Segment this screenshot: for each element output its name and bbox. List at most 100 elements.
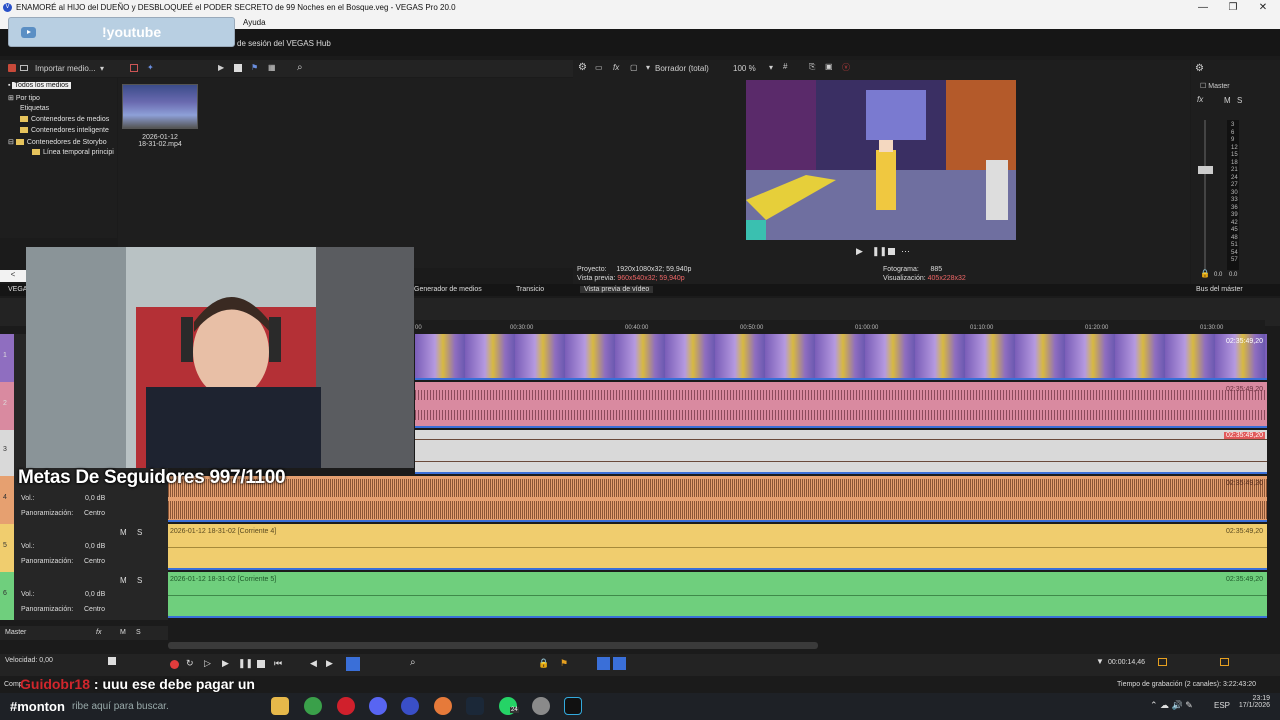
track-3-audio-clip[interactable]: 02:35:49,20 xyxy=(415,430,1267,474)
track-5-solo-button[interactable]: S xyxy=(137,528,142,537)
master-mute-button[interactable]: M xyxy=(1224,96,1231,105)
track-5-vol-value[interactable]: 0,0 dB xyxy=(85,543,105,550)
tray-clock[interactable]: 23:19 17/1/2026 xyxy=(1238,695,1270,709)
track-4-vol-value[interactable]: 0,0 dB xyxy=(85,495,105,502)
discord-icon[interactable] xyxy=(369,697,387,715)
timeline-ruler[interactable]: 00 00:30:00 00:40:00 00:50:00 01:00:00 0… xyxy=(415,320,1265,334)
speed-slider[interactable] xyxy=(108,657,116,665)
lock-envelopes-icon[interactable]: 🔒 xyxy=(538,658,549,669)
track-4-pan-value[interactable]: Centro xyxy=(84,510,105,517)
quality-dropdown-icon[interactable]: ▾ xyxy=(646,63,650,72)
file-explorer-icon[interactable] xyxy=(271,697,289,715)
import-media-icon[interactable] xyxy=(8,64,16,72)
grid-icon[interactable]: # xyxy=(783,62,787,71)
record-icon[interactable]: ⓥ xyxy=(842,62,850,73)
restore-button[interactable]: ❐ xyxy=(1217,1,1249,15)
tree-item-by-type[interactable]: ⊞ Por tipo xyxy=(8,94,40,102)
plugin-icon[interactable]: ✦ xyxy=(147,63,154,72)
import-dropdown-icon[interactable]: ▾ xyxy=(100,64,104,73)
tray-language[interactable]: ESP xyxy=(1214,701,1230,710)
track-5-pan-value[interactable]: Centro xyxy=(84,558,105,565)
view-icon[interactable]: ▦ xyxy=(268,63,276,72)
tab-video-preview[interactable]: Vista previa de vídeo xyxy=(580,286,654,293)
play-button[interactable]: ▶ xyxy=(222,658,229,669)
app2-icon[interactable] xyxy=(564,697,582,715)
preview-zoom-select[interactable]: 100 % xyxy=(733,64,756,73)
stop-media-icon[interactable] xyxy=(234,64,242,72)
master-row-fx-icon[interactable]: fx xyxy=(96,629,101,636)
tab-transitions[interactable]: Transicio xyxy=(516,286,544,293)
obs-icon[interactable] xyxy=(434,697,452,715)
master-row-solo[interactable]: S xyxy=(136,629,141,636)
track-2-audio-clip[interactable]: 02:35:49,20 xyxy=(415,382,1267,428)
track-5-audio-clip[interactable]: 2026-01-12 18-31-02 [Corriente 4] 02:35:… xyxy=(168,524,1267,570)
play-media-icon[interactable]: ▶ xyxy=(218,63,224,72)
minimize-button[interactable]: — xyxy=(1187,1,1219,15)
track-1-video-clip[interactable]: 02:35:49,20 xyxy=(415,334,1267,380)
preview-play-button[interactable]: ▶ xyxy=(856,246,863,257)
snapping-icon[interactable] xyxy=(597,657,610,670)
next-frame-button[interactable]: ▶ xyxy=(326,658,333,669)
loop-region-icon[interactable] xyxy=(1158,658,1167,666)
media-thumbnail[interactable] xyxy=(122,84,198,129)
search-icon[interactable]: ⌕ xyxy=(297,62,303,73)
track-6-audio-clip[interactable]: 2026-01-12 18-31-02 [Corriente 5] 02:35:… xyxy=(168,572,1267,618)
tree-item-smart-bins[interactable]: Contenedores inteligente xyxy=(20,127,109,134)
auto-preview-icon[interactable]: ⚑ xyxy=(251,63,258,72)
tree-item-storyboard-bins[interactable]: ⊟ Contenedores de Storybo xyxy=(8,138,107,146)
master-lock-icon[interactable]: 🔒 xyxy=(1200,269,1210,278)
xbox-icon[interactable] xyxy=(304,697,322,715)
master-row-mute[interactable]: M xyxy=(120,629,126,636)
steam-icon[interactable] xyxy=(466,697,484,715)
vegas-hub-login-link[interactable]: de sesión del VEGAS Hub xyxy=(237,39,331,48)
capture-icon[interactable] xyxy=(130,64,138,72)
close-button[interactable]: ✕ xyxy=(1247,1,1279,15)
preview-more-icon[interactable]: ⋯ xyxy=(901,246,910,257)
zoom-dropdown-icon[interactable]: ▾ xyxy=(769,63,773,72)
track-6-pan-value[interactable]: Centro xyxy=(84,606,105,613)
preview-pause-button[interactable]: ❚❚ xyxy=(872,246,887,257)
copy-snapshot-icon[interactable]: ⎘ xyxy=(809,62,815,72)
media-folder-icon[interactable] xyxy=(20,65,28,71)
vegas-taskbar-icon[interactable] xyxy=(401,697,419,715)
split-screen-icon[interactable]: ▭ xyxy=(595,63,603,72)
preview-quality-select[interactable]: Borrador (total) xyxy=(655,64,709,73)
taskbar-search-box[interactable]: ribe aquí para buscar. xyxy=(72,701,169,712)
loop-button[interactable]: ↻ xyxy=(186,658,194,669)
track-6-solo-button[interactable]: S xyxy=(137,576,142,585)
master-solo-button[interactable]: S xyxy=(1237,96,1242,105)
track-5-mute-button[interactable]: M xyxy=(120,528,127,537)
prev-frame-button[interactable]: ◀ xyxy=(310,658,317,669)
opera-icon[interactable] xyxy=(337,697,355,715)
selection-icon[interactable] xyxy=(1220,658,1229,666)
tab-vegas[interactable]: VEGA xyxy=(8,286,27,293)
pause-button[interactable]: ❚❚ xyxy=(238,658,253,669)
media-item-name[interactable]: 2026-01-12 18-31-02.mp4 xyxy=(138,134,182,148)
collapse-arrow-icon[interactable]: < xyxy=(0,270,26,282)
tree-item-tags[interactable]: Etiquetas xyxy=(20,105,49,112)
play-from-start-button[interactable]: ▷ xyxy=(204,658,211,669)
tab-master-bus[interactable]: Bus del máster xyxy=(1196,286,1243,293)
master-settings-icon[interactable]: ⚙ xyxy=(1195,63,1204,74)
go-to-start-button[interactable]: ⏮ xyxy=(274,658,282,669)
tray-icons[interactable]: ⌃ ☁ 🔊 ✎ xyxy=(1150,700,1193,711)
master-fx-icon[interactable]: fx xyxy=(1197,95,1203,104)
save-snapshot-icon[interactable]: ▣ xyxy=(825,62,833,71)
master-fader[interactable] xyxy=(1198,166,1213,174)
preview-stop-button[interactable] xyxy=(888,248,895,255)
settings-gear-icon[interactable]: ⚙ xyxy=(578,62,587,73)
tree-item-main-timeline[interactable]: Línea temporal principi xyxy=(32,149,114,156)
menu-help[interactable]: Ayuda xyxy=(243,18,266,27)
normal-edit-tool-icon[interactable] xyxy=(346,657,360,671)
track-6-vol-value[interactable]: 0,0 dB xyxy=(85,591,105,598)
zoom-tool-icon[interactable]: ⌕ xyxy=(410,657,416,668)
fx-icon[interactable]: fx xyxy=(613,63,619,72)
stop-button[interactable] xyxy=(257,660,265,668)
tree-item-media-bins[interactable]: Contenedores de medios xyxy=(20,116,109,123)
track-4-audio-clip[interactable]: 02:35:49,20 xyxy=(168,476,1267,522)
import-media-button[interactable]: Importar medio... xyxy=(35,64,95,73)
marker-icon[interactable]: ⚑ xyxy=(560,658,568,669)
tab-media-generators[interactable]: Generador de medios xyxy=(414,286,482,293)
crop-icon[interactable]: ▢ xyxy=(630,63,638,72)
record-button[interactable] xyxy=(170,660,179,669)
